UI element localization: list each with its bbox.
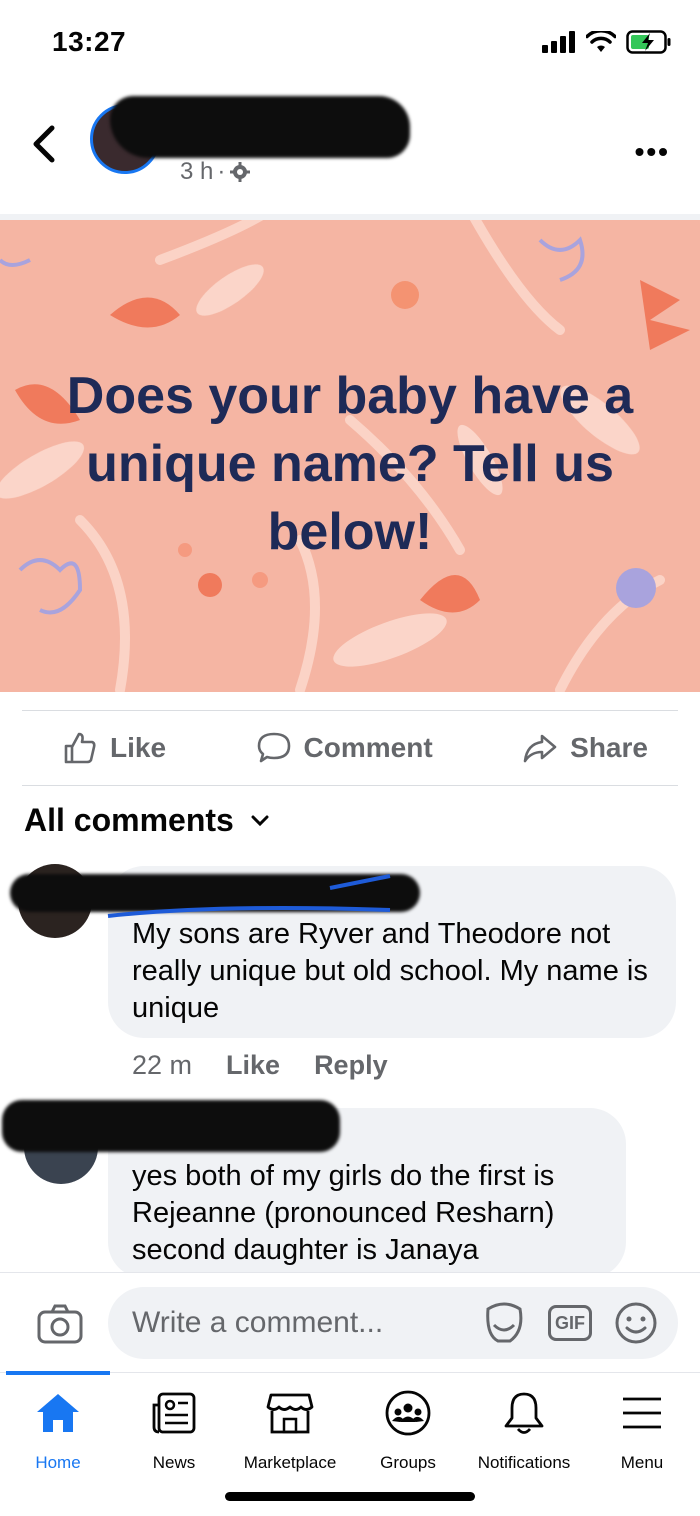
- emoji-icon[interactable]: [614, 1301, 658, 1345]
- nav-news[interactable]: News: [116, 1387, 232, 1473]
- redacted-commenter-name: [2, 1100, 340, 1152]
- nav-menu-label: Menu: [620, 1453, 664, 1472]
- menu-icon: [623, 1397, 661, 1429]
- post-banner[interactable]: Does your baby have a unique name? Tell …: [0, 220, 700, 692]
- status-time: 13:27: [52, 26, 127, 57]
- signal-icon: [542, 31, 575, 53]
- like-button[interactable]: Like: [62, 730, 166, 766]
- post-header: 3 h · •••: [0, 88, 700, 212]
- nav-groups-label: Groups: [380, 1453, 436, 1472]
- marketplace-icon: [266, 1393, 314, 1434]
- comment-time: 22 m: [132, 1050, 193, 1080]
- privacy-settings-icon: [230, 162, 251, 182]
- wifi-icon: [586, 31, 616, 52]
- nav-news-label: News: [152, 1453, 196, 1472]
- comments-filter-label: All comments: [24, 802, 234, 838]
- comment-input[interactable]: Write a comment... GIF: [108, 1287, 678, 1359]
- nav-groups[interactable]: Groups: [350, 1387, 466, 1473]
- back-icon[interactable]: [28, 124, 62, 164]
- bell-icon: [504, 1392, 544, 1434]
- composer-icons: GIF: [482, 1301, 658, 1345]
- nav-home[interactable]: Home: [0, 1387, 116, 1473]
- comment-label: Comment: [303, 732, 433, 763]
- banner-text: Does your baby have a unique name? Tell …: [66, 367, 634, 561]
- comment-reply-button[interactable]: Reply: [314, 1050, 388, 1081]
- sticker-icon[interactable]: [482, 1301, 526, 1345]
- groups-icon: [385, 1390, 431, 1436]
- comment-icon: [257, 732, 290, 763]
- nav-home-label: Home: [35, 1453, 81, 1472]
- nav-menu[interactable]: Menu: [584, 1387, 700, 1473]
- thumbs-up-icon: [64, 732, 96, 764]
- meta-separator: ·: [217, 158, 226, 185]
- scribble-mark: [107, 874, 391, 918]
- news-icon: [152, 1392, 196, 1434]
- gif-icon[interactable]: GIF: [548, 1305, 592, 1341]
- comment-composer: Write a comment... GIF: [0, 1272, 700, 1372]
- share-icon: [523, 734, 557, 763]
- comment-text: My sons are Ryver and Theodore not reall…: [132, 918, 648, 1024]
- post-action-bar: Like Comment Share: [22, 710, 678, 786]
- status-bar: 13:27: [0, 0, 700, 88]
- battery-charging-icon: [626, 30, 671, 54]
- more-options-icon[interactable]: •••: [635, 136, 670, 168]
- nav-marketplace[interactable]: Marketplace: [232, 1387, 348, 1473]
- share-button[interactable]: Share: [522, 730, 648, 766]
- comment-meta: 22 m Like Reply: [132, 1050, 388, 1081]
- comments-filter[interactable]: All comments: [24, 802, 270, 839]
- share-label: Share: [570, 732, 648, 763]
- nav-notifications-label: Notifications: [477, 1453, 571, 1472]
- comment-button[interactable]: Comment: [256, 730, 433, 766]
- home-icon: [37, 1394, 79, 1432]
- nav-active-indicator: [6, 1371, 110, 1375]
- redacted-author-name: [110, 96, 410, 158]
- nav-notifications[interactable]: Notifications: [466, 1387, 582, 1473]
- comment-text: yes both of my girls do the first is Rej…: [132, 1160, 555, 1266]
- nav-marketplace-label: Marketplace: [243, 1453, 337, 1472]
- comment-placeholder: Write a comment...: [132, 1306, 384, 1339]
- chevron-down-icon: [251, 815, 269, 826]
- home-indicator[interactable]: [225, 1492, 475, 1501]
- gif-label: GIF: [555, 1312, 585, 1333]
- like-label: Like: [110, 732, 167, 763]
- comment-like-button[interactable]: Like: [226, 1050, 280, 1081]
- post-time: 3 h: [180, 158, 214, 185]
- camera-icon[interactable]: [36, 1303, 84, 1345]
- status-icons: [542, 30, 672, 54]
- post-meta: 3 h ·: [180, 158, 251, 186]
